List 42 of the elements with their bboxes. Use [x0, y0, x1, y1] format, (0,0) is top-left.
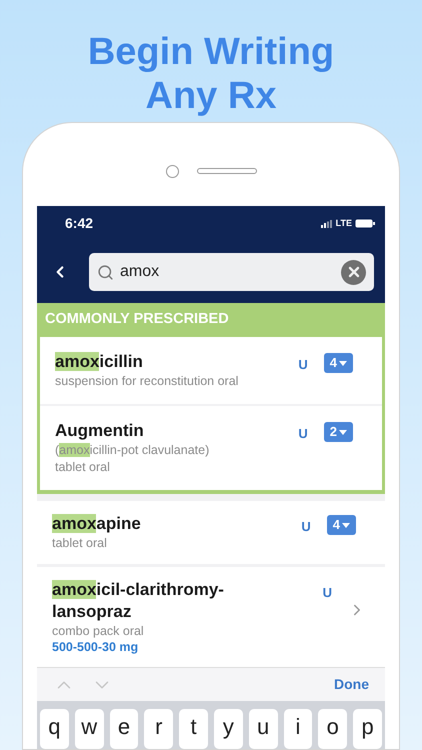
keyboard-key[interactable]: r	[144, 709, 174, 749]
keyboard-key[interactable]: u	[248, 709, 278, 749]
flag-text: U	[298, 356, 308, 374]
camera-icon	[166, 164, 178, 178]
keyboard-key[interactable]: o	[318, 709, 348, 749]
flag-text: U	[301, 518, 311, 536]
drug-detail: suspension for reconstitution oral	[55, 373, 240, 390]
keyboard-key[interactable]: p	[353, 709, 382, 749]
drug-detail: tablet oral	[55, 459, 111, 476]
quantity-dropdown[interactable]: 4	[326, 515, 356, 535]
dose-text: 500-500-30 mg	[52, 640, 140, 655]
drug-detail: tablet oral	[52, 535, 108, 552]
battery-icon	[355, 219, 375, 228]
signal-icon	[320, 220, 333, 228]
keyboard-key[interactable]: w	[74, 709, 104, 749]
done-button[interactable]: Done	[334, 674, 369, 695]
search-icon	[97, 264, 114, 280]
quantity-dropdown[interactable]: 4	[324, 353, 353, 373]
keyboard-key[interactable]: q	[40, 709, 69, 749]
drug-row[interactable]: Augmentin (amoxicillin-pot clavulanate) tablet oral U 2	[40, 406, 382, 490]
caret-icon	[339, 430, 347, 434]
caret-icon	[342, 522, 350, 528]
search-field[interactable]: amox	[89, 253, 374, 291]
headline: Begin Writing	[88, 30, 334, 74]
keyboard-key[interactable]: y	[214, 709, 243, 749]
drug-name: Augmentin	[55, 420, 145, 442]
speaker-icon	[196, 168, 256, 174]
drug-detail: combo pack oral	[52, 623, 145, 640]
headline: Any Rx	[146, 74, 276, 118]
drug-detail: (amoxicillin-pot clavulanate)	[55, 442, 210, 459]
clear-icon[interactable]	[341, 260, 366, 284]
quantity-dropdown[interactable]: 2	[324, 422, 353, 442]
flag-text: U	[322, 584, 332, 602]
network-text: LTE	[336, 216, 352, 230]
status-time: 6:42	[65, 214, 94, 233]
keyboard-key[interactable]: e	[110, 709, 138, 749]
section-title: COMMONLY PRESCRIBED	[44, 310, 230, 330]
keyboard-key[interactable]: t	[179, 709, 208, 749]
keyboard-key[interactable]: i	[284, 709, 312, 749]
search-value: amox	[120, 262, 160, 282]
caret-icon	[339, 360, 347, 366]
flag-text: U	[298, 425, 308, 443]
